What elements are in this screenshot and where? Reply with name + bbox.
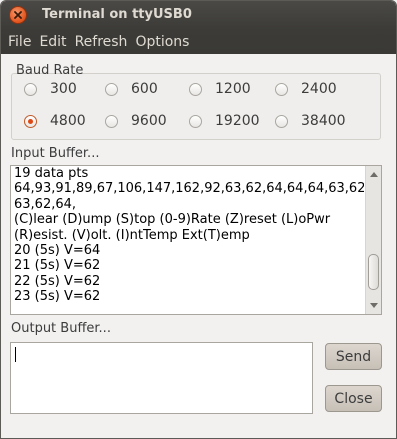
send-button[interactable]: Send bbox=[325, 343, 382, 370]
baud-radio-1200[interactable]: 1200 bbox=[189, 81, 251, 97]
close-x-glyph bbox=[14, 11, 22, 19]
close-window-icon[interactable] bbox=[9, 6, 27, 24]
input-buffer-line: (R)esist. (V)olt. (I)ntTemp Ext(T)emp bbox=[14, 227, 250, 243]
input-buffer-line: (C)lear (D)ump (S)top (0-9)Rate (Z)reset… bbox=[14, 212, 331, 228]
input-buffer-line: 22 (5s) V=62 bbox=[14, 273, 101, 289]
radio-indicator-icon[interactable] bbox=[275, 82, 288, 96]
scroll-down-arrow-icon[interactable] bbox=[370, 303, 378, 308]
menu-edit[interactable]: Edit bbox=[36, 31, 69, 53]
baud-radio-9600[interactable]: 9600 bbox=[105, 113, 167, 129]
radio-indicator-icon[interactable] bbox=[189, 114, 202, 128]
baud-radio-2400[interactable]: 2400 bbox=[275, 81, 337, 97]
output-buffer-field[interactable] bbox=[10, 342, 313, 414]
baud-radio-38400[interactable]: 38400 bbox=[275, 113, 346, 129]
text-caret bbox=[15, 347, 16, 362]
radio-indicator-icon[interactable] bbox=[105, 82, 118, 96]
menu-bar: File Edit Refresh Options bbox=[1, 30, 396, 54]
baud-radio-600[interactable]: 600 bbox=[105, 81, 158, 97]
baud-rate-label: Baud Rate bbox=[16, 63, 84, 78]
input-buffer-line: 20 (5s) V=64 bbox=[14, 243, 101, 259]
title-bar: Terminal on ttyUSB0 bbox=[1, 1, 396, 30]
baud-radio-4800[interactable]: 4800 bbox=[24, 113, 86, 129]
terminal-window: Terminal on ttyUSB0 File Edit Refresh Op… bbox=[0, 0, 397, 439]
baud-radio-300[interactable]: 300 bbox=[24, 81, 77, 97]
window-title: Terminal on ttyUSB0 bbox=[42, 7, 192, 22]
scrollbar-thumb[interactable] bbox=[368, 254, 379, 290]
baud-radio-label: 1200 bbox=[215, 81, 251, 97]
radio-indicator-icon[interactable] bbox=[105, 114, 118, 128]
menu-file[interactable]: File bbox=[5, 31, 34, 53]
input-buffer-textview[interactable]: 19 data pts 64,93,91,89,67,106,147,162,92… bbox=[10, 165, 382, 315]
baud-radio-19200[interactable]: 19200 bbox=[189, 113, 260, 129]
input-buffer-line: 21 (5s) V=62 bbox=[14, 258, 101, 274]
baud-radio-label: 300 bbox=[50, 81, 77, 97]
menu-refresh[interactable]: Refresh bbox=[72, 31, 131, 53]
baud-radio-label: 38400 bbox=[301, 113, 346, 129]
baud-radio-label: 9600 bbox=[131, 113, 167, 129]
input-buffer-line: 19 data pts bbox=[14, 166, 89, 181]
menu-options[interactable]: Options bbox=[132, 31, 192, 53]
baud-radio-label: 19200 bbox=[215, 113, 260, 129]
input-buffer-text: 19 data pts 64,93,91,89,67,106,147,162,92… bbox=[14, 166, 364, 305]
input-buffer-label: Input Buffer... bbox=[11, 146, 100, 161]
baud-radio-label: 600 bbox=[131, 81, 158, 97]
baud-radio-label: 2400 bbox=[301, 81, 337, 97]
close-button[interactable]: Close bbox=[325, 385, 382, 412]
input-buffer-line: 23 (5s) V=62 bbox=[14, 289, 101, 305]
input-buffer-line: 63,62,64, bbox=[14, 196, 77, 212]
scroll-up-arrow-icon[interactable] bbox=[370, 172, 378, 177]
input-buffer-line: 64,93,91,89,67,106,147,162,92,63,62,64,6… bbox=[14, 181, 364, 197]
radio-indicator-icon[interactable] bbox=[189, 82, 202, 96]
radio-indicator-icon[interactable] bbox=[24, 114, 37, 128]
radio-indicator-icon[interactable] bbox=[24, 82, 37, 96]
output-buffer-label: Output Buffer... bbox=[11, 321, 111, 336]
radio-indicator-icon[interactable] bbox=[275, 114, 288, 128]
baud-radio-label: 4800 bbox=[50, 113, 86, 129]
input-buffer-scrollbar[interactable] bbox=[365, 166, 381, 314]
